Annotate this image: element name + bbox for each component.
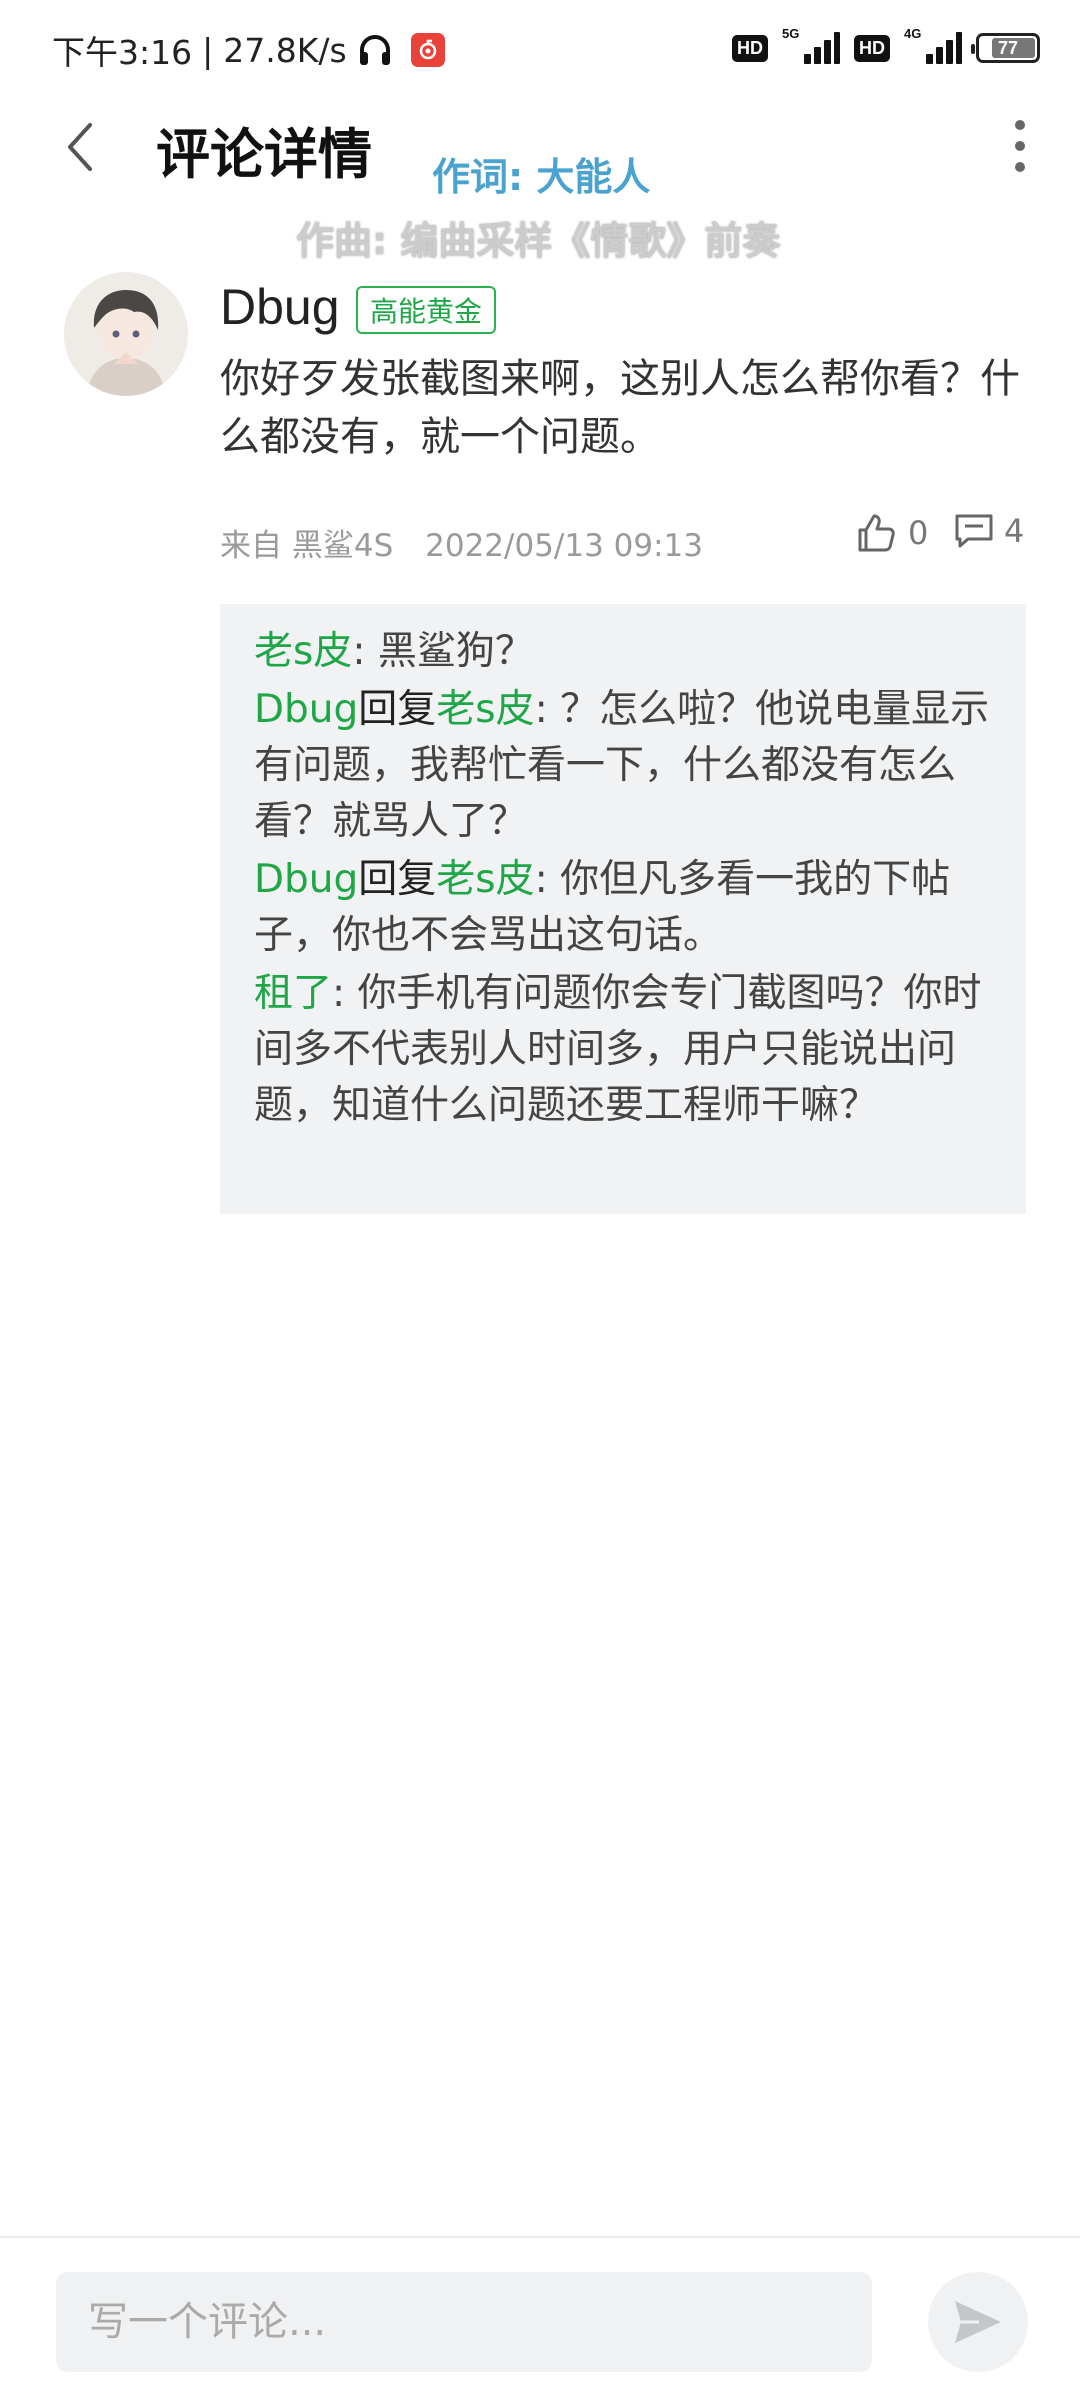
headphone-icon: [355, 30, 395, 70]
comment-input[interactable]: [56, 2272, 872, 2372]
send-icon: [955, 2301, 1001, 2343]
net-type-label: 5G: [782, 26, 800, 41]
reply-item[interactable]: Dbug回复老s皮: ？怎么啦？他说电量显示有问题，我帮忙看一下，什么都没有怎么…: [254, 682, 992, 850]
reply-verb: 回复: [358, 687, 437, 732]
status-right: HD 5G HD 4G 77: [732, 26, 1040, 66]
reply-item[interactable]: 租了: 你手机有问题你会专门截图吗？你时间多不代表别人时间多，用户只能说出问题，…: [254, 966, 992, 1134]
net-type-label: 4G: [904, 26, 922, 41]
back-button[interactable]: [50, 112, 110, 182]
more-options-button[interactable]: [1000, 114, 1040, 178]
lyric-overlay-line-1: 作词: 大能人: [432, 155, 651, 199]
signal-icon: 5G: [782, 26, 840, 66]
comment-icon: [955, 514, 993, 548]
reply-text: : 黑鲨狗？: [352, 629, 534, 674]
battery-icon: 77: [971, 33, 1040, 63]
reply-target[interactable]: 老s皮: [436, 687, 534, 732]
reply-author[interactable]: 老s皮: [254, 629, 352, 674]
level-badge: 高能黄金: [356, 286, 497, 334]
reply-author[interactable]: Dbug: [254, 857, 358, 902]
comment-composer: [0, 2236, 1080, 2400]
more-dot: [1015, 120, 1025, 130]
status-left: 下午3:16 | 27.8K/s: [52, 26, 445, 74]
username[interactable]: Dbug: [220, 278, 340, 336]
status-time: 下午3:16: [52, 33, 193, 72]
reply-text: : 你手机有问题你会专门截图吗？你时间多不代表别人时间多，用户只能说出问题，知道…: [254, 971, 982, 1128]
status-separator: |: [202, 30, 214, 70]
more-dot: [1015, 141, 1025, 151]
hd-badge: HD: [854, 34, 890, 62]
comment-source: 来自 黑鲨4S: [220, 528, 394, 564]
reply-author[interactable]: 租了: [254, 971, 332, 1016]
signal-icon: 4G: [904, 26, 962, 66]
net-speed: 27.8K/s: [223, 30, 347, 70]
reply-item[interactable]: 老s皮: 黑鲨狗？: [254, 624, 992, 680]
like-count: 0: [908, 514, 929, 552]
reply-count: 4: [1004, 512, 1025, 550]
reply-author[interactable]: Dbug: [254, 687, 358, 732]
avatar[interactable]: [64, 272, 188, 396]
music-app-icon: [410, 33, 445, 67]
page-title: 评论详情: [156, 123, 372, 186]
more-dot: [1015, 162, 1025, 172]
lyric-overlay-line-2: 作曲: 编曲采样《情歌》前奏: [296, 219, 781, 263]
battery-level: 77: [997, 37, 1019, 58]
comment-time: 2022/05/13 09:13: [425, 528, 703, 564]
reply-target[interactable]: 老s皮: [436, 857, 534, 902]
send-button[interactable]: [928, 2272, 1028, 2372]
status-bar: 下午3:16 | 27.8K/s HD 5G HD 4G 77: [0, 0, 1080, 100]
reply-button[interactable]: 4: [954, 512, 1024, 550]
replies-box: 老s皮: 黑鲨狗？ Dbug回复老s皮: ？怎么啦？他说电量显示有问题，我帮忙看…: [220, 604, 1026, 1214]
reply-item[interactable]: Dbug回复老s皮: 你但凡多看一我的下帖子，你也不会骂出这句话。: [254, 852, 992, 964]
thumbs-up-icon: [858, 514, 895, 552]
comment-text: 你好歹发张截图来啊，这别人怎么帮你看？什么都没有，就一个问题。: [220, 356, 1020, 460]
reply-verb: 回复: [358, 857, 437, 902]
hd-badge: HD: [732, 34, 768, 62]
comment-meta: 来自 黑鲨4S 2022/05/13 09:13: [220, 520, 703, 565]
like-button[interactable]: 0: [854, 512, 928, 554]
chevron-left-icon: [68, 123, 92, 171]
header: 评论详情 作词: 大能人 作曲: 编曲采样《情歌》前奏: [0, 100, 1080, 263]
